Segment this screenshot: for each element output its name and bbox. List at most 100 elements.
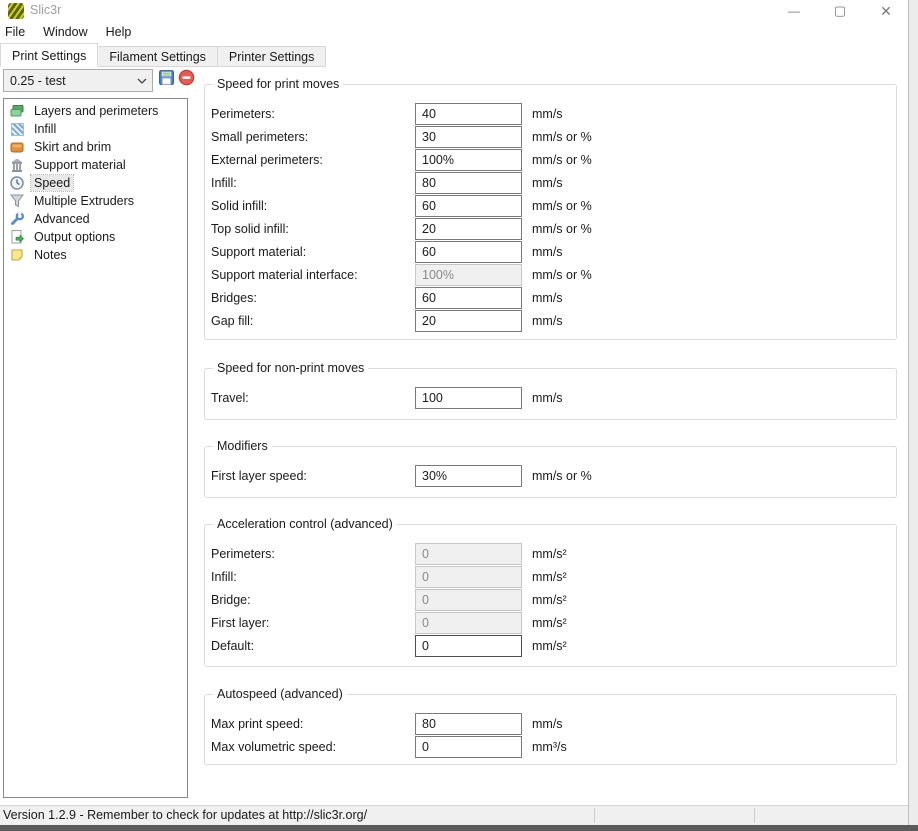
- group-title: Speed for non-print moves: [213, 361, 368, 375]
- travel-speed-input[interactable]: [415, 387, 522, 409]
- field-unit: mm/s²: [532, 593, 567, 607]
- field-row: Bridges: mm/s: [205, 286, 896, 309]
- group-title: Acceleration control (advanced): [213, 517, 397, 531]
- save-preset-button[interactable]: [156, 70, 176, 90]
- top-solid-infill-input[interactable]: [415, 218, 522, 240]
- field-row: Infill: mm/s²: [205, 565, 896, 588]
- chevron-down-icon: [132, 78, 152, 84]
- delete-icon: [178, 69, 195, 91]
- accel-bridge-input: [415, 589, 522, 611]
- sidebar-item-advanced[interactable]: Advanced: [4, 210, 187, 228]
- field-unit: mm/s: [532, 314, 563, 328]
- notes-icon: [9, 247, 25, 263]
- group-title: Speed for print moves: [213, 77, 343, 91]
- field-unit: mm/s or %: [532, 222, 592, 236]
- sidebar-item-label: Skirt and brim: [31, 139, 114, 155]
- field-row: Bridge: mm/s²: [205, 588, 896, 611]
- field-label: External perimeters:: [211, 153, 415, 167]
- sidebar-item-label: Advanced: [31, 211, 93, 227]
- field-unit: mm/s: [532, 176, 563, 190]
- advanced-wrench-icon: [9, 211, 25, 227]
- field-row: Support material: mm/s: [205, 240, 896, 263]
- field-label: Support material:: [211, 245, 415, 259]
- slic3r-window: Slic3r — ▢ ✕ File Window Help Print Sett…: [0, 0, 918, 831]
- max-volumetric-speed-input[interactable]: [415, 736, 522, 758]
- group-title: Modifiers: [213, 439, 272, 453]
- field-unit: mm/s or %: [532, 268, 592, 282]
- settings-category-tree: Layers and perimeters Infill Skirt and b…: [3, 98, 188, 798]
- preset-dropdown[interactable]: 0.25 - test: [3, 69, 153, 92]
- taskbar-edge: [0, 825, 918, 831]
- maximize-button[interactable]: ▢: [832, 0, 848, 22]
- skirt-icon: [9, 139, 25, 155]
- tab-printer-settings[interactable]: Printer Settings: [217, 46, 326, 67]
- support-material-speed-input[interactable]: [415, 241, 522, 263]
- sidebar-item-multiple-extruders[interactable]: Multiple Extruders: [4, 192, 187, 210]
- delete-preset-button[interactable]: [176, 70, 196, 90]
- group-acceleration-control: Acceleration control (advanced) Perimete…: [204, 524, 897, 667]
- solid-infill-input[interactable]: [415, 195, 522, 217]
- field-row: Travel: mm/s: [205, 386, 896, 409]
- close-button[interactable]: ✕: [878, 0, 894, 22]
- status-text: Version 1.2.9 - Remember to check for up…: [3, 808, 367, 822]
- statusbar-separator: [594, 808, 595, 823]
- sidebar-item-label: Output options: [31, 229, 118, 245]
- layers-icon: [9, 103, 25, 119]
- field-row: Default: mm/s²: [205, 634, 896, 657]
- field-unit: mm/s or %: [532, 153, 592, 167]
- infill-speed-input[interactable]: [415, 172, 522, 194]
- field-label: Max print speed:: [211, 717, 415, 731]
- menu-window[interactable]: Window: [34, 22, 96, 43]
- menu-bar: File Window Help: [0, 22, 908, 43]
- field-label: Bridge:: [211, 593, 415, 607]
- save-icon: [158, 69, 175, 91]
- status-bar: Version 1.2.9 - Remember to check for up…: [0, 805, 918, 825]
- field-unit: mm/s or %: [532, 130, 592, 144]
- first-layer-speed-input[interactable]: [415, 465, 522, 487]
- menu-file[interactable]: File: [0, 22, 34, 43]
- external-perimeters-input[interactable]: [415, 149, 522, 171]
- sidebar-item-label: Multiple Extruders: [31, 193, 137, 209]
- sidebar-item-layers-and-perimeters[interactable]: Layers and perimeters: [4, 102, 187, 120]
- gap-fill-input[interactable]: [415, 310, 522, 332]
- max-print-speed-input[interactable]: [415, 713, 522, 735]
- tab-filament-settings[interactable]: Filament Settings: [97, 46, 218, 67]
- bridges-input[interactable]: [415, 287, 522, 309]
- sidebar-item-notes[interactable]: Notes: [4, 246, 187, 264]
- field-label: Top solid infill:: [211, 222, 415, 236]
- field-label: Perimeters:: [211, 107, 415, 121]
- field-unit: mm/s²: [532, 616, 567, 630]
- menu-help[interactable]: Help: [97, 22, 141, 43]
- field-unit: mm/s²: [532, 547, 567, 561]
- field-row: Max print speed: mm/s: [205, 712, 896, 735]
- preset-value: 0.25 - test: [10, 74, 132, 88]
- field-row: Support material interface: mm/s or %: [205, 263, 896, 286]
- background-window-sliver: [908, 0, 918, 825]
- extruders-icon: [9, 193, 25, 209]
- small-perimeters-input[interactable]: [415, 126, 522, 148]
- sidebar-item-output-options[interactable]: Output options: [4, 228, 187, 246]
- sidebar-item-label: Speed: [31, 175, 73, 191]
- field-row: Max volumetric speed: mm³/s: [205, 735, 896, 758]
- settings-tabs: Print Settings Filament Settings Printer…: [0, 43, 326, 67]
- accel-infill-input: [415, 566, 522, 588]
- field-label: Solid infill:: [211, 199, 415, 213]
- field-unit: mm/s: [532, 107, 563, 121]
- sidebar-item-speed[interactable]: Speed: [4, 174, 187, 192]
- field-label: Travel:: [211, 391, 415, 405]
- sidebar-item-skirt-and-brim[interactable]: Skirt and brim: [4, 138, 187, 156]
- perimeters-speed-input[interactable]: [415, 103, 522, 125]
- accel-default-input[interactable]: [415, 635, 522, 657]
- tab-print-settings[interactable]: Print Settings: [0, 43, 98, 67]
- group-speed-non-print-moves: Speed for non-print moves Travel: mm/s: [204, 368, 897, 420]
- field-row: Solid infill: mm/s or %: [205, 194, 896, 217]
- field-row: Perimeters: mm/s: [205, 102, 896, 125]
- field-label: Infill:: [211, 570, 415, 584]
- minimize-button[interactable]: —: [786, 0, 802, 22]
- sidebar-item-support-material[interactable]: Support material: [4, 156, 187, 174]
- field-unit: mm/s²: [532, 570, 567, 584]
- field-label: First layer:: [211, 616, 415, 630]
- slic3r-logo-icon: [8, 3, 24, 19]
- sidebar-item-infill[interactable]: Infill: [4, 120, 187, 138]
- field-label: Bridges:: [211, 291, 415, 305]
